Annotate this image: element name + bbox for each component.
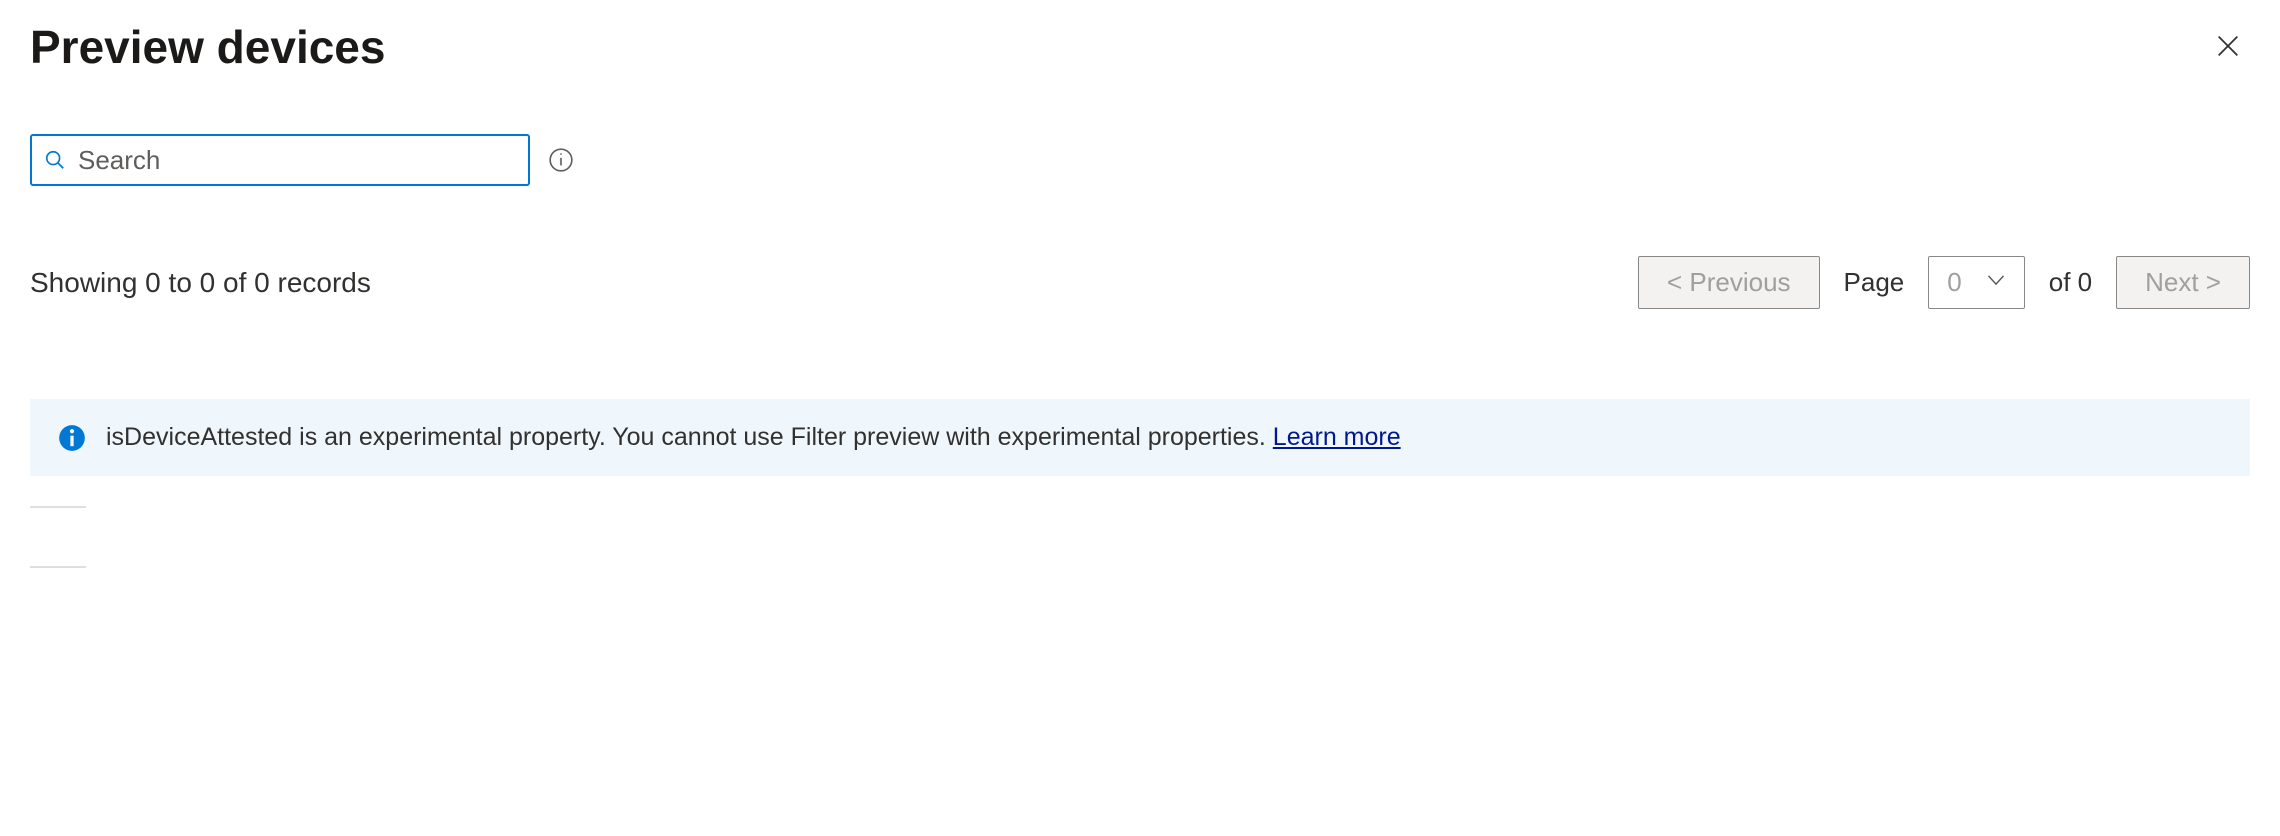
page-of-label: of 0 [2049, 267, 2092, 298]
close-icon [2214, 32, 2242, 63]
next-button[interactable]: Next > [2116, 256, 2250, 309]
chevron-down-icon [1986, 273, 2006, 292]
search-input[interactable] [78, 145, 516, 176]
info-filled-icon [58, 424, 86, 452]
records-summary: Showing 0 to 0 of 0 records [30, 267, 371, 299]
divider [30, 566, 86, 568]
pagination-controls: < Previous Page 0 of 0 Next > [1638, 256, 2250, 309]
close-button[interactable] [2206, 24, 2250, 71]
info-icon[interactable] [548, 147, 574, 173]
previous-button[interactable]: < Previous [1638, 256, 1820, 309]
page-label: Page [1844, 267, 1905, 298]
divider [30, 506, 86, 508]
info-banner: isDeviceAttested is an experimental prop… [30, 399, 2250, 476]
page-select[interactable]: 0 [1928, 256, 2024, 309]
page-select-value: 0 [1947, 267, 1961, 298]
search-box[interactable] [30, 134, 530, 186]
page-title: Preview devices [30, 20, 385, 74]
search-icon [44, 149, 66, 171]
learn-more-link[interactable]: Learn more [1273, 423, 1401, 451]
banner-text: isDeviceAttested is an experimental prop… [106, 423, 1401, 452]
banner-message: isDeviceAttested is an experimental prop… [106, 423, 1273, 451]
